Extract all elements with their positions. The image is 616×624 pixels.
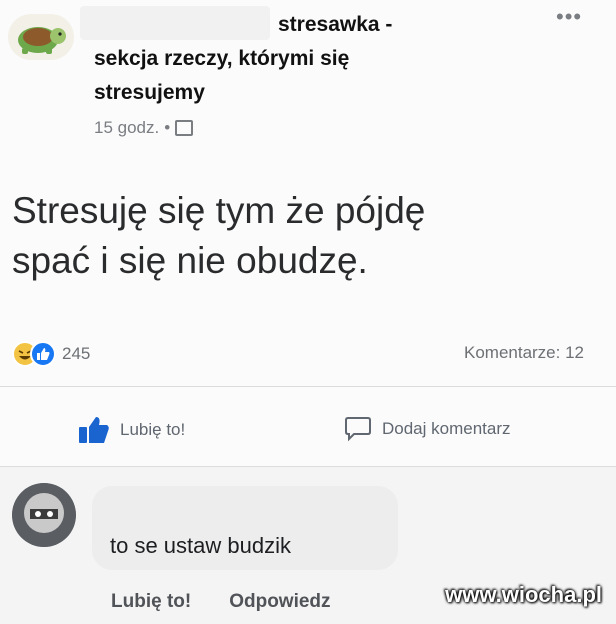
post-text: Stresuję się tym że pójdę spać i się nie… — [12, 186, 602, 286]
group-title-line-3: stresujemy — [94, 81, 205, 104]
like-reaction-icon — [30, 341, 56, 367]
turtle-avatar-icon — [18, 27, 66, 54]
add-comment-button[interactable]: Dodaj komentarz — [344, 416, 511, 442]
reactions-summary[interactable]: 245 — [12, 341, 90, 367]
post-card: stresawka - sekcja rzeczy, którymi się s… — [0, 0, 616, 466]
like-button-label: Lubię to! — [120, 420, 186, 439]
add-comment-label: Dodaj komentarz — [382, 419, 511, 438]
group-title[interactable]: stresawka - sekcja rzeczy, którymi się s… — [94, 8, 494, 110]
comment-reply-button[interactable]: Odpowiedz — [229, 591, 330, 613]
like-button[interactable]: Lubię to! — [78, 416, 185, 444]
comments-count[interactable]: Komentarze: 12 — [464, 343, 584, 363]
commenter-avatar[interactable] — [12, 483, 76, 547]
post-time[interactable]: 15 godz. — [94, 118, 159, 138]
more-options-icon[interactable]: ••• — [556, 4, 582, 30]
group-avatar[interactable] — [8, 14, 74, 60]
thumbs-up-icon — [79, 417, 109, 443]
divider — [0, 386, 616, 387]
commenter-avatar-icon — [12, 483, 76, 547]
post-meta: 15 godz. • — [94, 118, 194, 138]
section-divider — [0, 466, 616, 467]
meta-separator: • — [164, 118, 171, 137]
group-title-line-1: stresawka - — [278, 13, 393, 36]
comment-like-button[interactable]: Lubię to! — [111, 591, 191, 613]
post-text-line-2: spać i się nie obudzę. — [12, 240, 368, 281]
group-title-line-2: sekcja rzeczy, którymi się — [94, 47, 350, 70]
comment-actions: Lubię to! Odpowiedz — [111, 591, 331, 613]
comment-text: to se ustaw budzik — [110, 533, 291, 558]
audience-icon — [175, 120, 194, 136]
reaction-count: 245 — [62, 344, 91, 363]
watermark: www.wiocha.pl — [445, 582, 602, 607]
post-text-line-1: Stresuję się tym że pójdę — [12, 190, 426, 231]
comment-icon — [345, 417, 371, 442]
